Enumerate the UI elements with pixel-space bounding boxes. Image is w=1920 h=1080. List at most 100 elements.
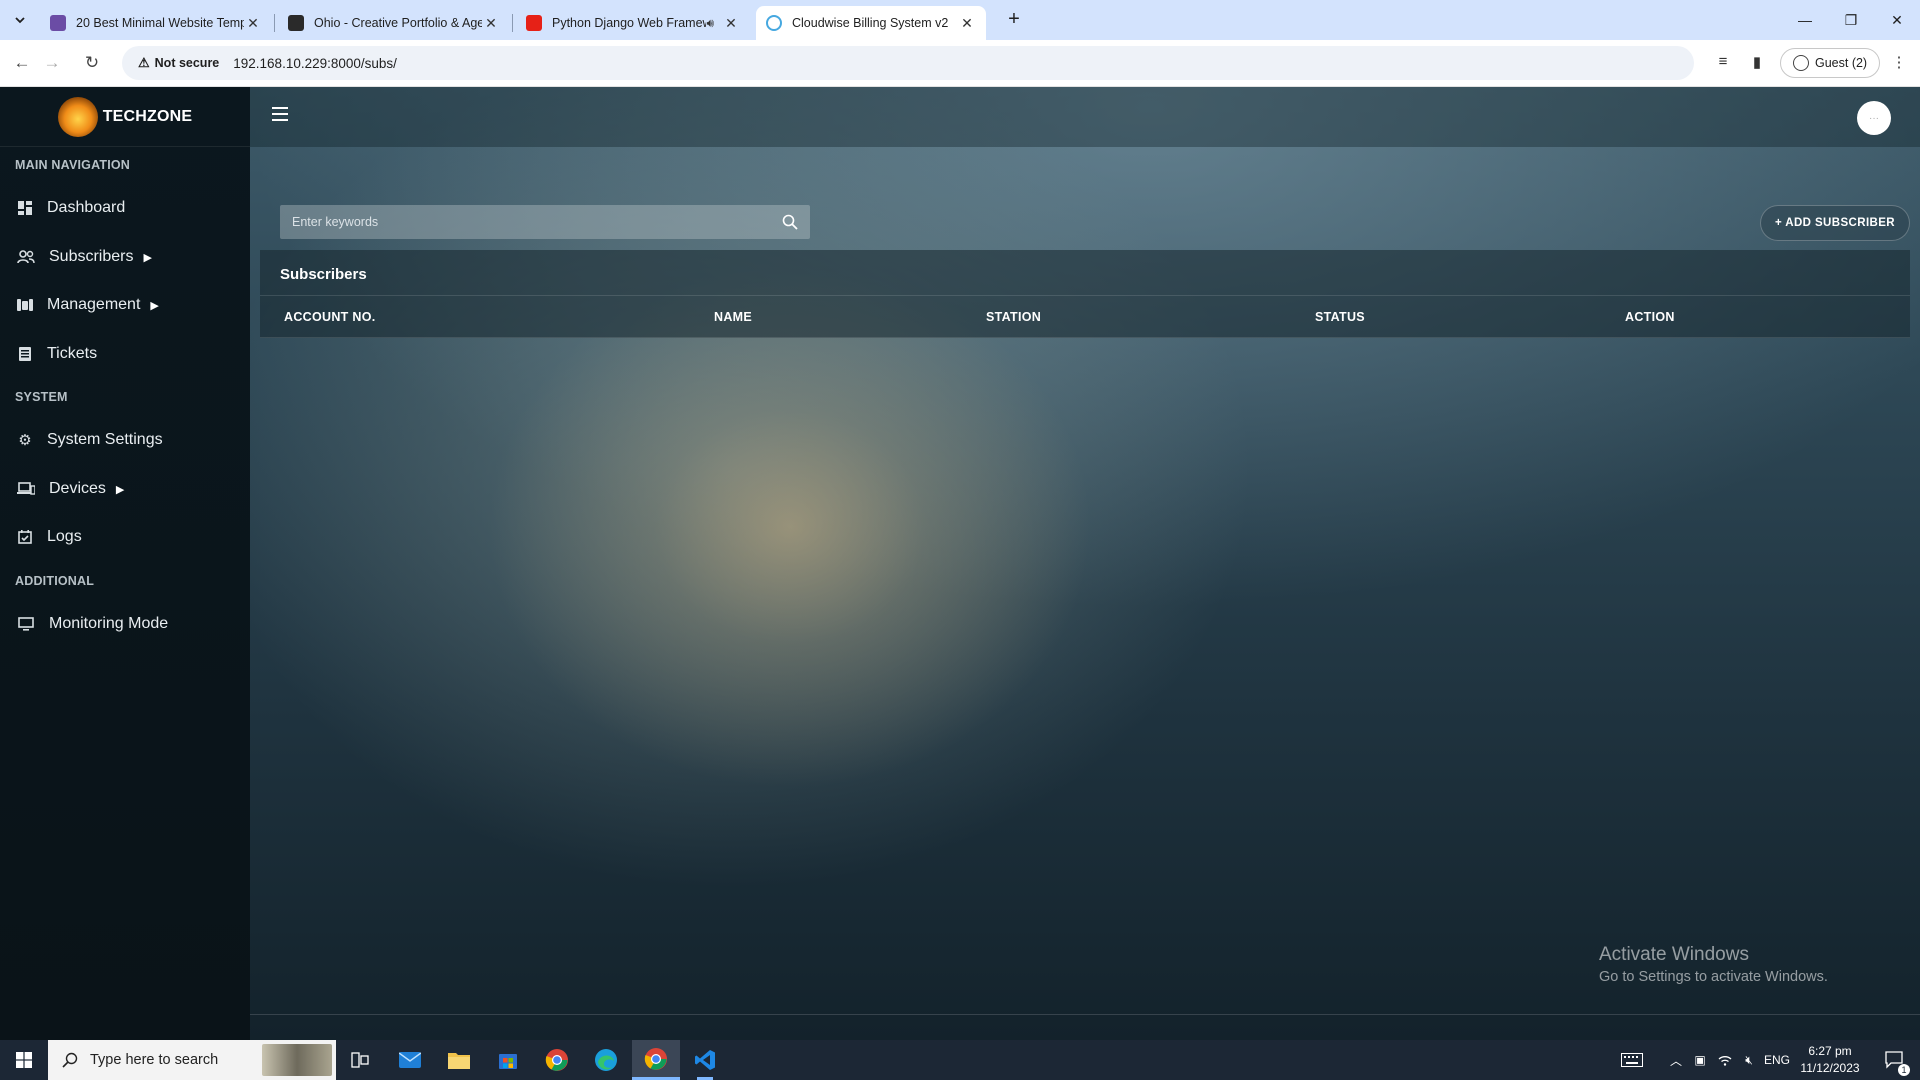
side-panel-icon[interactable]: ▮ — [1746, 53, 1768, 75]
search-box — [280, 205, 810, 239]
search-icon — [62, 1052, 78, 1068]
clock-date: 11/12/2023 — [1800, 1061, 1860, 1075]
language-indicator[interactable]: ENG — [1762, 1040, 1792, 1080]
start-button[interactable] — [0, 1040, 48, 1080]
sidebar-item-monitoring-mode[interactable]: Monitoring Mode — [0, 604, 250, 644]
nav-section-additional: ADDITIONAL — [15, 574, 95, 588]
security-label: Not secure — [154, 56, 220, 70]
chevron-down-icon — [15, 17, 25, 24]
minimize-window-icon[interactable]: — — [1782, 0, 1828, 40]
chrome-app-icon[interactable] — [533, 1040, 581, 1080]
media-controls-icon[interactable]: ≡ — [1712, 53, 1734, 75]
management-icon — [17, 297, 33, 313]
column-header-status[interactable]: STATUS — [1315, 310, 1365, 324]
new-tab-button[interactable]: + — [1000, 8, 1028, 32]
speaker-icon[interactable]: 🔊︎ — [706, 16, 714, 31]
sidebar-item-tickets[interactable]: Tickets — [0, 334, 250, 374]
taskbar-search-placeholder: Type here to search — [90, 1052, 219, 1068]
close-tab-icon[interactable]: ✕ — [722, 15, 740, 32]
brand-logo — [57, 96, 98, 137]
sidebar-item-label: Dashboard — [47, 199, 126, 216]
logs-icon — [17, 529, 33, 545]
close-window-icon[interactable]: ✕ — [1874, 0, 1920, 40]
browser-menu-icon[interactable]: ⋮ — [1888, 53, 1910, 75]
sidebar-item-management[interactable]: Management ▶ — [0, 285, 250, 325]
sidebar-item-label: Devices — [49, 480, 106, 497]
tab-title: 20 Best Minimal Website Templ — [76, 16, 244, 30]
clock-time: 6:27 pm — [1808, 1044, 1852, 1058]
users-icon — [17, 249, 35, 265]
monitor-icon — [17, 616, 35, 632]
search-input[interactable] — [280, 205, 770, 239]
sidebar-item-dashboard[interactable]: Dashboard — [0, 188, 250, 228]
brand[interactable]: TECHZONE — [0, 87, 250, 147]
file-explorer-icon[interactable] — [435, 1040, 483, 1080]
url-text[interactable]: 192.168.10.229:8000/subs/ — [233, 56, 397, 71]
add-subscriber-button[interactable]: + ADD SUBSCRIBER — [1760, 205, 1910, 241]
activate-windows-watermark: Activate Windows Go to Settings to activ… — [1599, 944, 1828, 985]
windows-taskbar: Type here to search ︿ ▣ 🔇︎ ENG 6:27 pm 1… — [0, 1040, 1920, 1080]
device-icon[interactable]: ▣ — [1689, 1040, 1711, 1080]
search-highlight-image — [262, 1044, 332, 1076]
taskbar-search[interactable]: Type here to search — [48, 1040, 336, 1080]
back-arrow-icon[interactable]: ← — [10, 51, 34, 75]
sidebar-item-devices[interactable]: Devices ▶ — [0, 469, 250, 509]
sidebar-item-subscribers[interactable]: Subscribers ▶ — [0, 237, 250, 277]
notification-center-icon[interactable]: 1 — [1875, 1040, 1915, 1080]
dashboard-icon — [17, 200, 33, 216]
reload-icon[interactable]: ↻ — [80, 51, 104, 75]
sidebar-item-label: Management — [47, 296, 141, 313]
volume-muted-icon[interactable]: 🔇︎ — [1737, 1040, 1761, 1080]
mail-app-icon[interactable] — [386, 1040, 434, 1080]
sidebar-item-system-settings[interactable]: ⚙ System Settings — [0, 420, 250, 460]
browser-toolbar: ← → ↻ ⚠ Not secure 192.168.10.229:8000/s… — [0, 40, 1920, 87]
brand-name: TECHZONE — [102, 107, 193, 125]
column-header-name[interactable]: NAME — [714, 310, 752, 324]
edge-app-icon[interactable] — [582, 1040, 630, 1080]
address-bar[interactable]: ⚠ Not secure 192.168.10.229:8000/subs/ — [122, 46, 1694, 80]
watermark-subtitle: Go to Settings to activate Windows. — [1599, 969, 1828, 985]
browser-tab-2[interactable]: Ohio - Creative Portfolio & Age ✕ — [278, 6, 510, 40]
sidebar-item-logs[interactable]: Logs — [0, 517, 250, 557]
watermark-title: Activate Windows — [1599, 944, 1749, 965]
nav-section-system: SYSTEM — [15, 390, 68, 404]
keyboard-icon[interactable] — [1616, 1040, 1648, 1080]
browser-tab-1[interactable]: 20 Best Minimal Website Templ ✕ — [40, 6, 272, 40]
profile-button[interactable]: Guest (2) — [1780, 48, 1881, 78]
taskbar-clock[interactable]: 6:27 pm 11/12/2023 — [1794, 1043, 1866, 1077]
browser-tab-3[interactable]: Python Django Web Framew 🔊︎ ✕ — [516, 6, 750, 40]
tab-search-button[interactable] — [8, 8, 32, 32]
main-content: ··· + ADD SUBSCRIBER Subscribers ACCOUNT… — [250, 87, 1920, 1040]
store-app-icon[interactable] — [484, 1040, 532, 1080]
tab-title: Cloudwise Billing System v2 — [792, 16, 949, 30]
caret-right-icon: ▶ — [150, 299, 159, 312]
tab-title: Ohio - Creative Portfolio & Age — [314, 16, 482, 30]
warning-triangle-icon: ⚠ — [138, 55, 150, 70]
user-avatar[interactable]: ··· — [1857, 101, 1891, 135]
search-icon[interactable] — [770, 205, 810, 239]
vscode-app-icon[interactable] — [681, 1040, 729, 1080]
table-header: ACCOUNT NO. NAME STATION STATUS ACTION — [260, 295, 1910, 338]
close-tab-icon[interactable]: ✕ — [244, 15, 262, 32]
gear-icon: ⚙ — [18, 432, 32, 449]
close-tab-icon[interactable]: ✕ — [482, 15, 500, 32]
browser-tab-4-active[interactable]: Cloudwise Billing System v2 ✕ — [756, 6, 986, 40]
column-header-account-no[interactable]: ACCOUNT NO. — [284, 310, 376, 324]
notification-badge: 1 — [1898, 1064, 1910, 1076]
caret-right-icon: ▶ — [143, 251, 152, 264]
hamburger-menu-icon[interactable] — [272, 107, 288, 121]
chrome-active-window-icon[interactable] — [632, 1040, 680, 1080]
subscribers-card: Subscribers ACCOUNT NO. NAME STATION STA… — [260, 250, 1910, 338]
forward-arrow-icon[interactable]: → — [40, 51, 64, 75]
chevron-up-icon[interactable]: ︿ — [1664, 1040, 1688, 1080]
devices-icon — [17, 481, 35, 497]
cloud-favicon — [766, 15, 782, 31]
wifi-icon[interactable] — [1713, 1040, 1737, 1080]
app-root: TECHZONE MAIN NAVIGATION Dashboard Subsc… — [0, 87, 1920, 1040]
security-indicator[interactable]: ⚠ Not secure — [130, 55, 227, 71]
close-tab-icon[interactable]: ✕ — [958, 15, 976, 32]
task-view-icon[interactable] — [336, 1040, 384, 1080]
restore-window-icon[interactable]: ❐ — [1828, 0, 1874, 40]
column-header-station[interactable]: STATION — [986, 310, 1041, 324]
sidebar-item-label: System Settings — [47, 431, 163, 448]
